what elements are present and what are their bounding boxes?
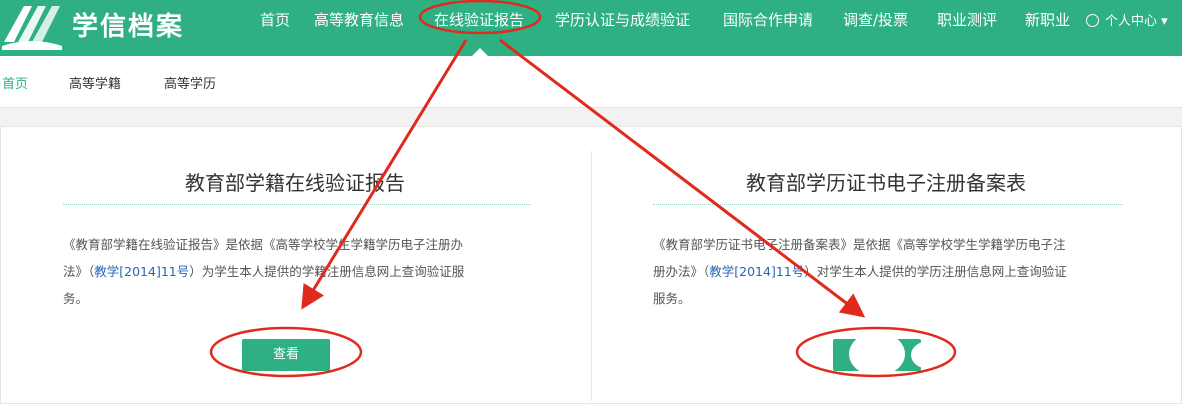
highlight-ellipse	[209, 326, 363, 378]
annotation-arrow	[301, 39, 468, 310]
annotation-arrow	[499, 38, 866, 318]
annotation-overlay	[209, 0, 957, 378]
page: 学信档案 首页 高等教育信息 在线验证报告 学历认证与成绩验证 国际合作申请 调…	[0, 0, 1182, 404]
highlight-ellipse	[795, 326, 957, 378]
highlight-ellipse	[418, 0, 542, 35]
